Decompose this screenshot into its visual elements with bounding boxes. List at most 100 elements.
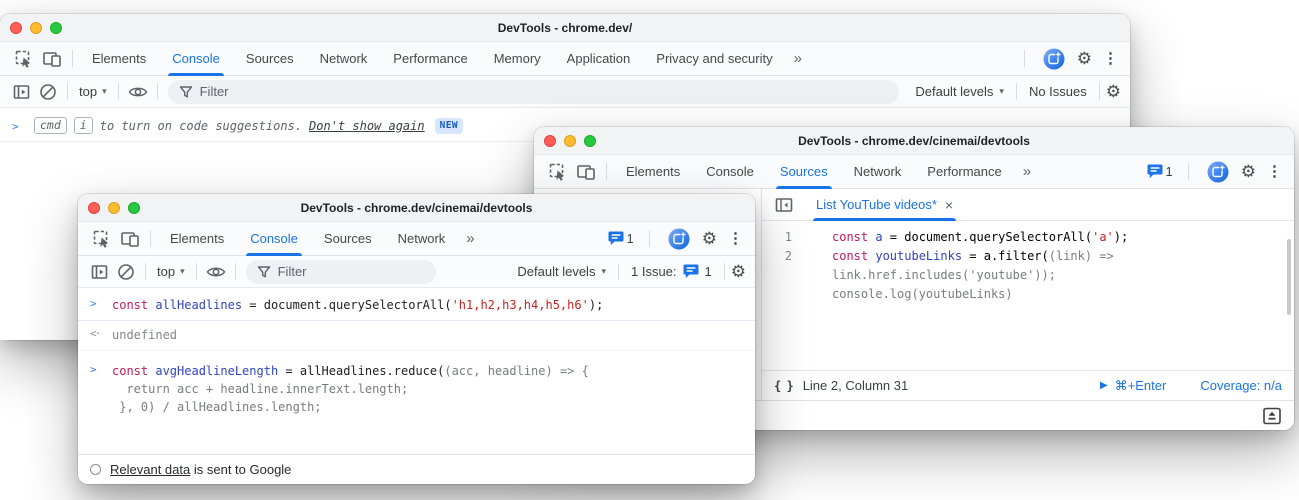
console-result-row: <· undefined: [78, 321, 755, 351]
divider: [606, 163, 607, 180]
relevant-data-link[interactable]: Relevant data: [110, 462, 190, 477]
traffic-lights: [544, 135, 596, 147]
live-expression-eye-icon[interactable]: [125, 79, 151, 105]
hide-navigator-icon[interactable]: [770, 192, 798, 218]
issues-status[interactable]: 1 Issue: 1: [625, 264, 718, 279]
more-tabs-icon[interactable]: »: [786, 50, 810, 67]
inspect-element-icon[interactable]: [544, 159, 572, 185]
inspect-element-icon[interactable]: [88, 226, 116, 252]
chevron-down-icon: ▾: [601, 266, 606, 277]
tab-application[interactable]: Application: [554, 42, 644, 76]
settings-gear-icon[interactable]: ⚙: [1077, 50, 1092, 67]
issues-counter[interactable]: 1: [608, 231, 634, 246]
ai-assistant-icon[interactable]: [665, 226, 693, 252]
tab-sources[interactable]: Sources: [311, 222, 385, 256]
run-icon: ▶: [1100, 380, 1108, 391]
console-command-row: > const allHeadlines = document.querySel…: [78, 291, 755, 321]
close-window-button[interactable]: [10, 22, 22, 34]
kebab-menu-icon[interactable]: ⋮: [1265, 164, 1284, 179]
minimize-window-button[interactable]: [108, 202, 120, 214]
tab-elements[interactable]: Elements: [157, 222, 237, 256]
divider: [1188, 163, 1189, 180]
cursor-position: Line 2, Column 31: [803, 378, 909, 393]
pretty-print-icon[interactable]: { }: [774, 379, 793, 393]
issues-status[interactable]: No Issues: [1023, 84, 1093, 99]
clear-console-icon[interactable]: [35, 79, 61, 105]
log-levels-dropdown[interactable]: Default levels▾: [909, 84, 1010, 99]
titlebar: DevTools - chrome.dev/cinemai/devtools: [534, 127, 1294, 155]
scrollbar-thumb[interactable]: [1287, 239, 1291, 315]
close-window-button[interactable]: [88, 202, 100, 214]
tab-console[interactable]: Console: [693, 155, 767, 189]
inspect-element-icon[interactable]: [10, 46, 38, 72]
divider: [724, 263, 725, 280]
tab-network[interactable]: Network: [307, 42, 381, 76]
new-badge: NEW: [435, 118, 463, 134]
tab-console[interactable]: Console: [159, 42, 233, 76]
filter-placeholder: Filter: [278, 264, 307, 279]
dont-show-again-link[interactable]: Don't show again: [309, 119, 425, 133]
line-number: 2: [762, 247, 792, 266]
ai-assistant-icon[interactable]: [1040, 46, 1068, 72]
tab-sources[interactable]: Sources: [767, 155, 841, 189]
console-settings-gear-icon[interactable]: ⚙: [1106, 83, 1121, 100]
zoom-window-button[interactable]: [50, 22, 62, 34]
tab-memory[interactable]: Memory: [481, 42, 554, 76]
tab-performance[interactable]: Performance: [380, 42, 480, 76]
context-selector[interactable]: top▾: [152, 264, 190, 279]
settings-gear-icon[interactable]: ⚙: [1241, 163, 1256, 180]
divider: [649, 230, 650, 247]
kebab-menu-icon[interactable]: ⋮: [726, 231, 745, 246]
console-prompt-icon: >: [90, 296, 104, 310]
code-editor[interactable]: 1const a = document.querySelectorAll('a'…: [762, 221, 1294, 370]
divider: [1099, 83, 1100, 100]
ai-assistant-icon[interactable]: [1204, 159, 1232, 185]
zoom-window-button[interactable]: [584, 135, 596, 147]
console-log-area[interactable]: > const allHeadlines = document.querySel…: [78, 288, 755, 454]
minimize-window-button[interactable]: [30, 22, 42, 34]
console-input-row[interactable]: > const avgHeadlineLength = allHeadlines…: [78, 357, 755, 422]
filter-input[interactable]: Filter: [246, 260, 436, 284]
more-tabs-icon[interactable]: »: [1015, 163, 1039, 180]
divider: [157, 83, 158, 100]
chevron-down-icon: ▾: [999, 86, 1004, 97]
filter-input[interactable]: Filter: [168, 80, 900, 104]
settings-gear-icon[interactable]: ⚙: [702, 230, 717, 247]
titlebar: DevTools - chrome.dev/: [0, 14, 1130, 42]
coverage-link[interactable]: Coverage: n/a: [1200, 378, 1282, 393]
chevron-down-icon: ▾: [180, 266, 185, 277]
device-toolbar-icon[interactable]: [572, 159, 600, 185]
ghost-suggestion-text: link.href.includes('youtube'));: [792, 266, 1056, 285]
tab-elements[interactable]: Elements: [613, 155, 693, 189]
issues-counter[interactable]: 1: [1147, 164, 1173, 179]
device-toolbar-icon[interactable]: [116, 226, 144, 252]
tab-network[interactable]: Network: [385, 222, 459, 256]
console-sidebar-icon[interactable]: [87, 259, 113, 285]
close-file-tab-icon[interactable]: ×: [945, 197, 953, 213]
clear-console-icon[interactable]: [113, 259, 139, 285]
filter-funnel-icon: [257, 265, 271, 279]
context-selector[interactable]: top▾: [74, 84, 112, 99]
tab-performance[interactable]: Performance: [914, 155, 1014, 189]
tab-sources[interactable]: Sources: [233, 42, 307, 76]
run-snippet-button[interactable]: ▶⌘+Enter: [1100, 378, 1166, 394]
file-tab-snippet[interactable]: List YouTube videos* ×: [804, 189, 965, 221]
zoom-window-button[interactable]: [128, 202, 140, 214]
minimize-window-button[interactable]: [564, 135, 576, 147]
tab-network[interactable]: Network: [841, 155, 915, 189]
more-tabs-icon[interactable]: »: [458, 230, 482, 247]
result-value: undefined: [112, 326, 177, 344]
tab-elements[interactable]: Elements: [79, 42, 159, 76]
show-drawer-icon[interactable]: [1262, 407, 1282, 425]
device-toolbar-icon[interactable]: [38, 46, 66, 72]
divider: [67, 83, 68, 100]
console-sidebar-icon[interactable]: [9, 79, 35, 105]
tab-privacy-security[interactable]: Privacy and security: [643, 42, 785, 76]
console-settings-gear-icon[interactable]: ⚙: [731, 263, 746, 280]
tab-console[interactable]: Console: [237, 222, 311, 256]
log-levels-dropdown[interactable]: Default levels▾: [511, 264, 612, 279]
live-expression-eye-icon[interactable]: [203, 259, 229, 285]
close-window-button[interactable]: [544, 135, 556, 147]
kebab-menu-icon[interactable]: ⋮: [1101, 51, 1120, 66]
devtools-tabbar: Elements Console Sources Network Perform…: [534, 155, 1294, 189]
